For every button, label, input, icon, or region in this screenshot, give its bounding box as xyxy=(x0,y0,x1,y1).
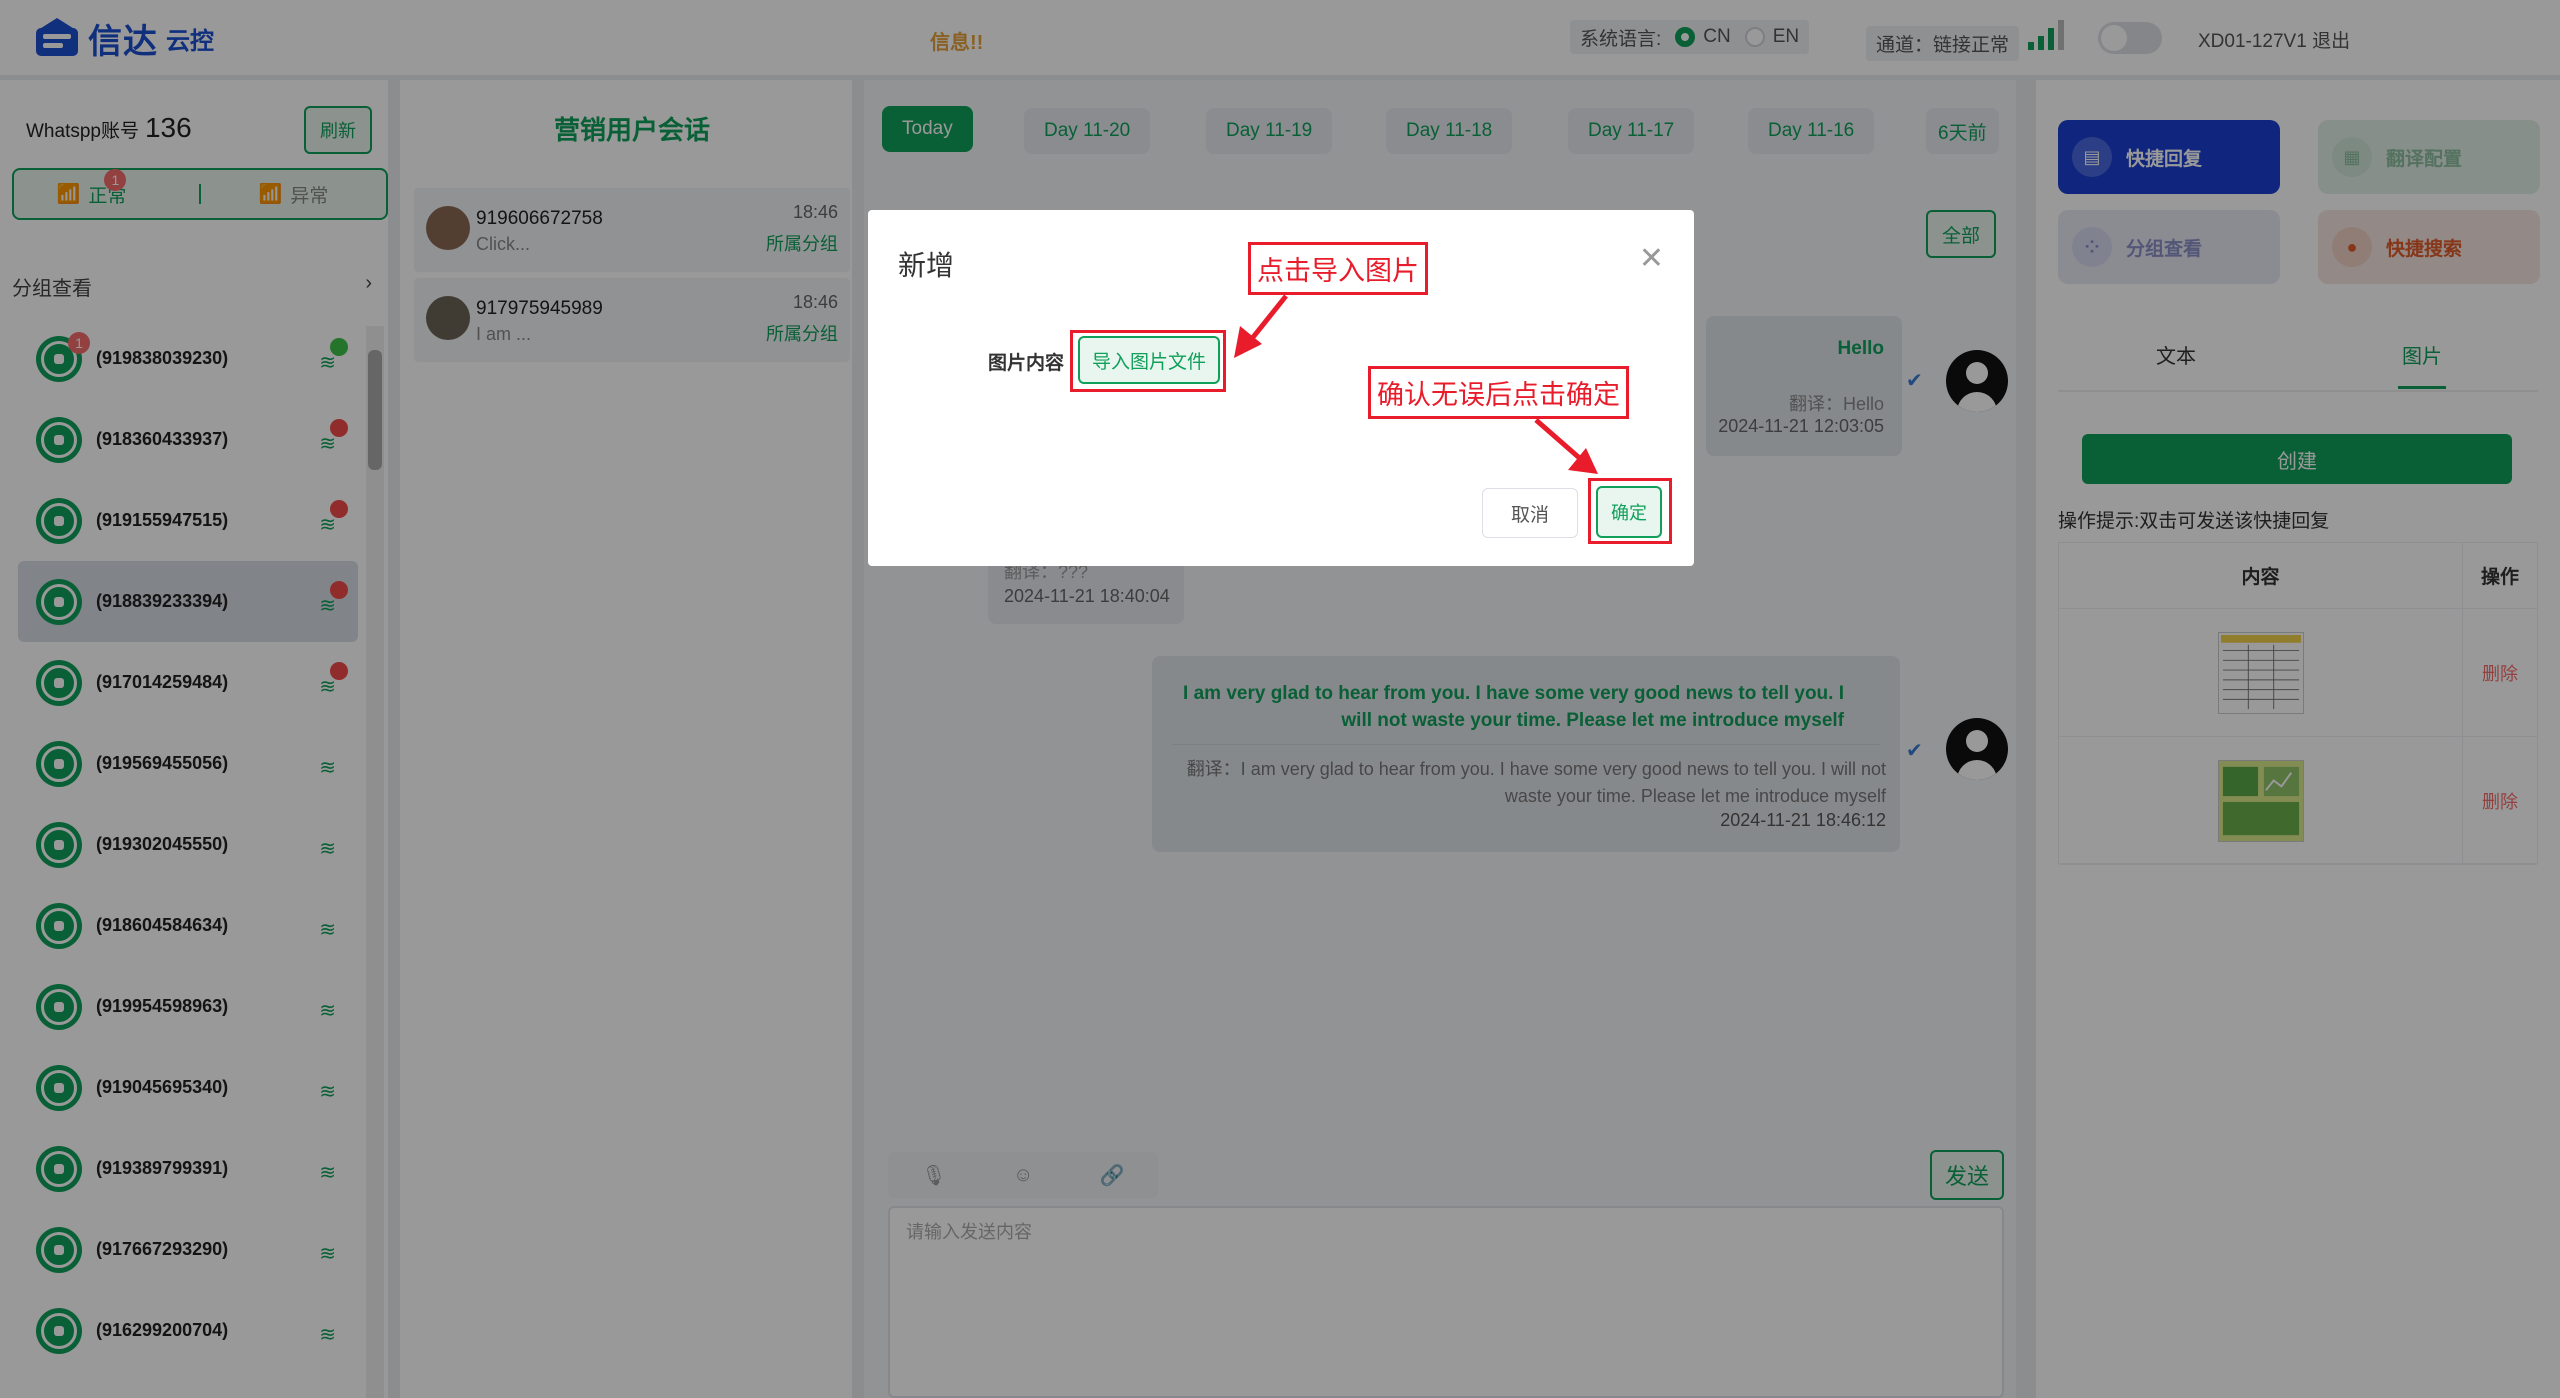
annotation-arrows xyxy=(1234,294,1598,474)
arrow-line xyxy=(1534,418,1586,464)
